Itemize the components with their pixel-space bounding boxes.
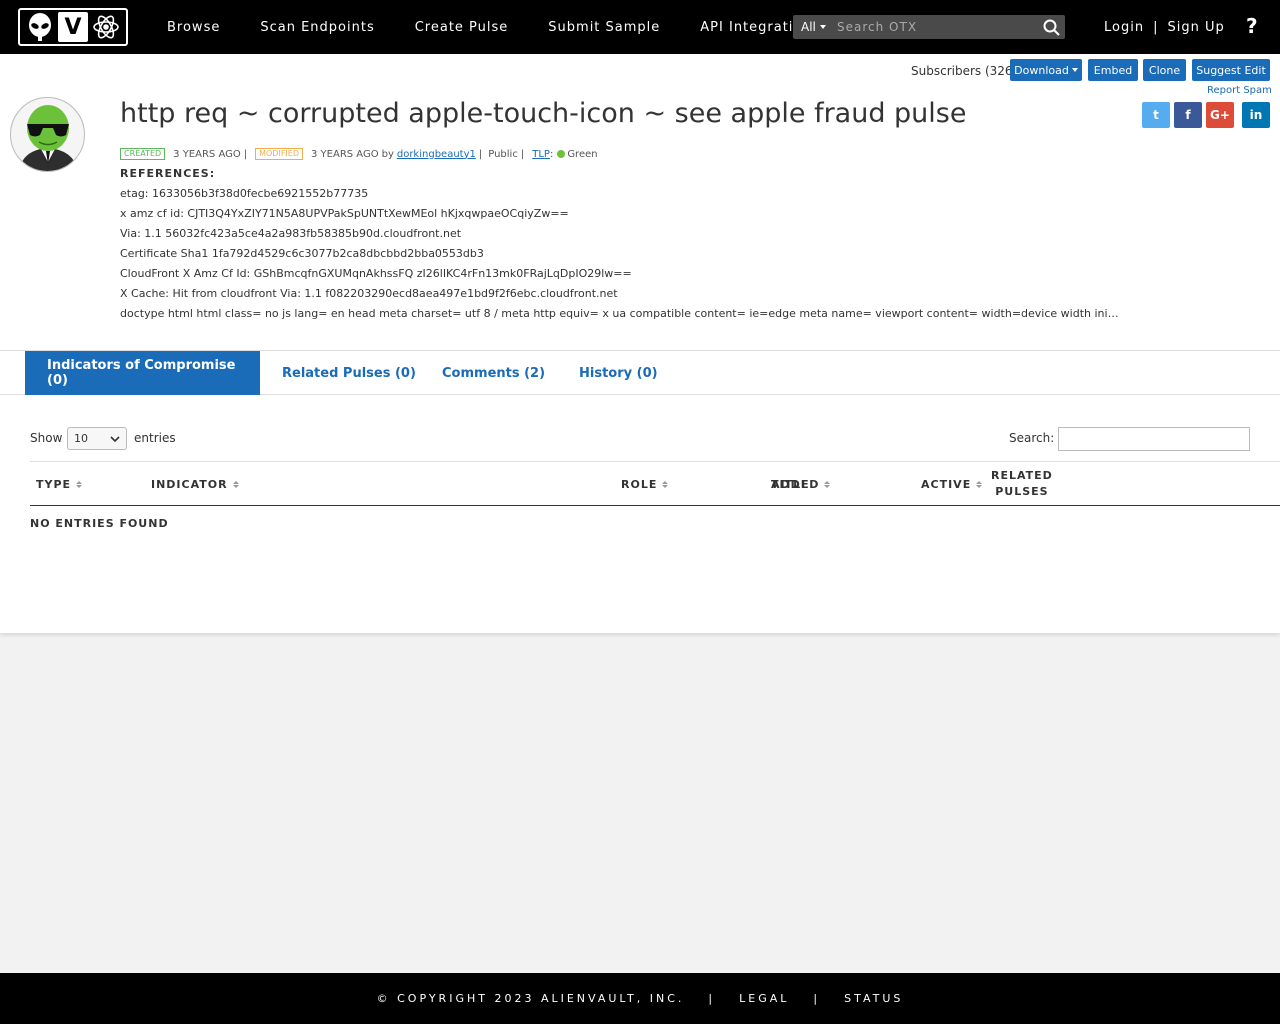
entries-per-page-select[interactable]: 10	[67, 427, 127, 450]
tlp-link[interactable]: TLP	[532, 149, 550, 160]
table-search-label: Search:	[1009, 431, 1055, 445]
column-header-active[interactable]: ACTIVE	[921, 462, 983, 506]
column-header-label: ROLE	[621, 477, 658, 491]
column-header-indicator[interactable]: INDICATOR	[151, 462, 239, 506]
auth-links: Login | Sign Up	[1104, 0, 1225, 54]
google-plus-icon[interactable]: G+	[1206, 102, 1234, 128]
nav-create-pulse[interactable]: Create Pulse	[415, 20, 509, 35]
download-button[interactable]: Download	[1010, 59, 1082, 81]
references-heading: REFERENCES:	[120, 167, 216, 180]
column-header-added[interactable]: ADDED	[771, 462, 831, 506]
entries-label: entries	[134, 431, 176, 445]
caret-down-icon	[819, 25, 826, 29]
status-link[interactable]: STATUS	[844, 992, 903, 1005]
page-title: http req ~ corrupted apple-touch-icon ~ …	[120, 98, 967, 129]
modified-date: 3 YEARS AGO	[311, 148, 379, 160]
top-navbar: V Browse Scan Endpoints Create Pulse Sub…	[0, 0, 1280, 54]
created-badge: CREATED	[120, 148, 166, 160]
linkedin-icon[interactable]: in	[1242, 102, 1270, 128]
show-label: Show	[30, 431, 63, 445]
nav-browse[interactable]: Browse	[167, 20, 220, 35]
column-header-type[interactable]: TYPE	[36, 462, 83, 506]
tab-related-pulses[interactable]: Related Pulses (0)	[282, 351, 416, 395]
sort-icon	[824, 480, 831, 488]
sort-icon	[232, 480, 239, 488]
references-list: etag: 1633056b3f38d0fecbe6921552b77735 x…	[120, 186, 1120, 326]
suggest-edit-button[interactable]: Suggest Edit	[1192, 59, 1270, 81]
meta-separator: |	[478, 148, 483, 160]
created-date: 3 YEARS AGO	[173, 148, 241, 160]
author-link[interactable]: dorkingbeauty1	[397, 149, 476, 160]
by-label: by	[381, 148, 394, 160]
search-scope-value: All	[801, 20, 816, 34]
footer-separator: |	[813, 992, 821, 1005]
copyright-text: © COPYRIGHT 2023 ALIENVAULT, INC.	[376, 992, 685, 1005]
column-header-related-pulses[interactable]: RELATED PULSES	[991, 462, 1053, 506]
tlp-colon: :	[549, 148, 554, 160]
search-scope-dropdown[interactable]: All	[793, 15, 831, 39]
entries-per-page-value: 10	[74, 432, 88, 445]
nav-scan-endpoints[interactable]: Scan Endpoints	[260, 20, 374, 35]
reference-item: x amz cf id: CJTI3Q4YxZIY71N5A8UPVPakSpU…	[120, 207, 569, 220]
empty-table-message: NO ENTRIES FOUND	[30, 517, 169, 530]
table-search-input[interactable]	[1058, 427, 1250, 451]
column-header-label: TYPE	[36, 477, 72, 491]
avatar	[10, 97, 85, 172]
embed-button[interactable]: Embed	[1088, 59, 1138, 81]
reference-item: Via: 1.1 56032fc423a5ce4a2a983fb58385b90…	[120, 227, 462, 240]
footer: © COPYRIGHT 2023 ALIENVAULT, INC. | LEGA…	[0, 973, 1280, 1024]
search-input[interactable]	[833, 15, 1033, 39]
download-label: Download	[1014, 63, 1069, 77]
v-letter-icon: V	[57, 12, 88, 42]
column-header-label: ACTIVE	[921, 477, 972, 491]
legal-link[interactable]: LEGAL	[739, 992, 789, 1005]
column-header-label: RELATED	[991, 469, 1053, 482]
column-header-label: ADDED	[771, 477, 820, 491]
report-spam-link[interactable]: Report Spam	[1207, 85, 1272, 96]
column-header-role[interactable]: ROLE	[621, 462, 669, 506]
facebook-icon[interactable]: f	[1174, 102, 1202, 128]
modified-badge: MODIFIED	[255, 148, 304, 160]
clone-button[interactable]: Clone	[1143, 59, 1186, 81]
tab-comments[interactable]: Comments (2)	[442, 351, 545, 395]
main-nav: Browse Scan Endpoints Create Pulse Submi…	[147, 0, 832, 54]
footer-separator: |	[708, 992, 716, 1005]
indicators-table-header: TYPE INDICATOR ROLE TITLE ADDED ACTIVE R…	[30, 461, 1280, 506]
tlp-value: Green	[567, 148, 598, 160]
pulse-panel	[0, 54, 1280, 633]
reference-item: X Cache: Hit from cloudfront Via: 1.1 f0…	[120, 287, 618, 300]
twitter-icon[interactable]: t	[1142, 102, 1170, 128]
sort-icon	[976, 480, 983, 488]
tlp-green-dot-icon	[557, 150, 566, 158]
subscriber-count: Subscribers (326)	[911, 64, 1018, 78]
tab-indicators[interactable]: Indicators of Compromise (0)	[25, 351, 260, 395]
reference-item: CloudFront X Amz Cf Id: GShBmcqfnGXUMqnA…	[120, 267, 632, 280]
global-search: All	[793, 15, 1065, 39]
login-link[interactable]: Login	[1104, 20, 1144, 35]
chevron-down-icon	[110, 436, 120, 443]
caret-down-icon	[1071, 68, 1078, 72]
meta-separator: |	[243, 148, 248, 160]
pulse-tabs: Indicators of Compromise (0) Related Pul…	[0, 350, 1280, 395]
pulse-meta: CREATED 3 YEARS AGO | MODIFIED 3 YEARS A…	[120, 148, 598, 160]
search-icon[interactable]	[1041, 17, 1061, 37]
help-icon[interactable]: ?	[1246, 14, 1258, 38]
meta-separator: |	[520, 148, 525, 160]
reference-item: Certificate Sha1 1fa792d4529c6c3077b2ca8…	[120, 247, 484, 260]
nav-submit-sample[interactable]: Submit Sample	[548, 20, 660, 35]
atom-icon	[90, 12, 121, 42]
signup-link[interactable]: Sign Up	[1167, 20, 1224, 35]
visibility-label: Public	[488, 148, 518, 160]
column-header-label: INDICATOR	[151, 477, 228, 491]
alien-icon	[25, 12, 56, 42]
tab-history[interactable]: History (0)	[579, 351, 658, 395]
auth-separator: |	[1153, 19, 1159, 35]
reference-item: doctype html html class= no js lang= en …	[120, 307, 1120, 320]
column-header-label: PULSES	[995, 485, 1049, 498]
reference-item: etag: 1633056b3f38d0fecbe6921552b77735	[120, 187, 369, 200]
sort-icon	[662, 480, 669, 488]
sort-icon	[76, 480, 83, 488]
otx-logo[interactable]: V	[18, 8, 128, 46]
